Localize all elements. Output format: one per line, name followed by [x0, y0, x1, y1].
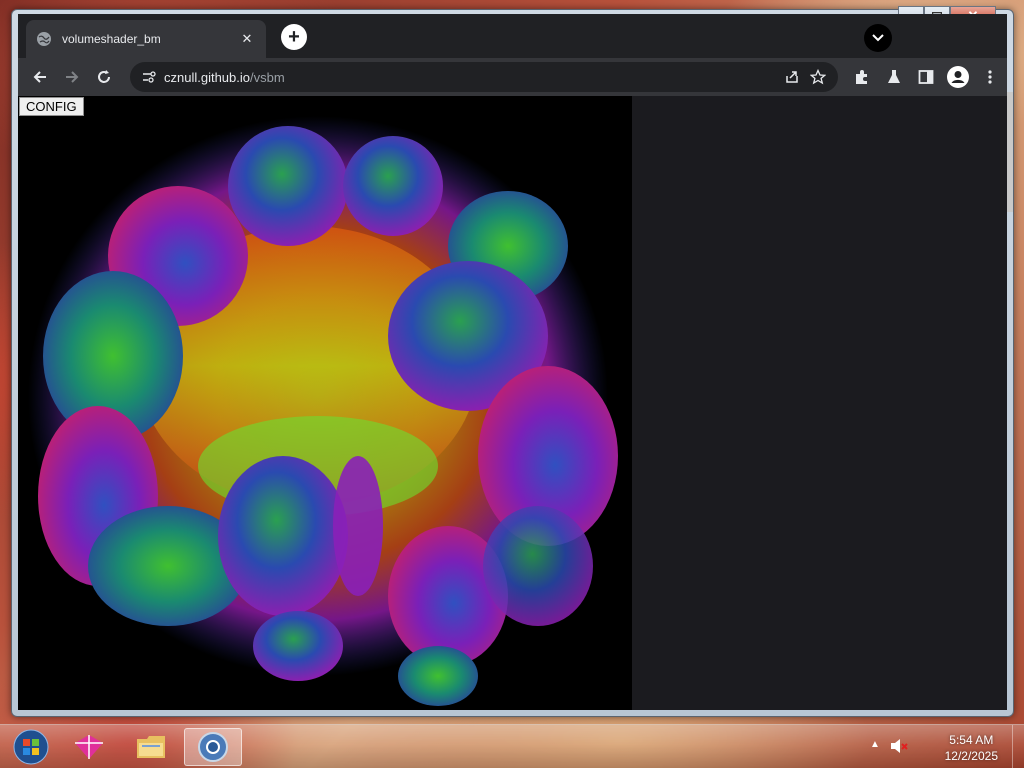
tab-search-button[interactable]	[864, 24, 892, 52]
avatar-icon	[947, 66, 969, 88]
tab-close-icon[interactable]: ✕	[238, 31, 256, 47]
browser-window: ✕ volumeshader_bm ✕ +	[11, 6, 1014, 717]
forward-arrow-icon	[66, 71, 79, 83]
side-panel-icon	[918, 70, 934, 84]
site-info-icon[interactable]	[142, 70, 156, 84]
scrollbar-thumb[interactable]	[1007, 92, 1013, 212]
taskbar: ▲ 5:54 AM 12/2/2025	[0, 724, 1024, 768]
chevron-down-icon	[872, 34, 884, 42]
fractal-render	[28, 116, 618, 706]
taskbar-app-pink[interactable]	[60, 728, 118, 766]
browser-app-icon	[198, 732, 228, 762]
forward-button[interactable]	[60, 65, 84, 89]
globe-icon	[36, 31, 52, 47]
show-desktop-button[interactable]	[1012, 725, 1024, 768]
kebab-menu-icon	[988, 70, 992, 84]
clock-date: 12/2/2025	[944, 749, 998, 763]
share-icon[interactable]	[784, 69, 800, 85]
folder-icon	[137, 736, 165, 758]
extensions-button[interactable]	[850, 65, 874, 89]
reload-button[interactable]	[92, 65, 116, 89]
labs-button[interactable]	[882, 65, 906, 89]
new-tab-button[interactable]: +	[281, 24, 307, 50]
render-canvas[interactable]: CONFIG	[18, 96, 632, 710]
volume-muted-icon[interactable]	[890, 738, 908, 759]
back-button[interactable]	[28, 65, 52, 89]
side-panel-button[interactable]	[914, 65, 938, 89]
tab-title: volumeshader_bm	[62, 32, 161, 46]
bookmark-star-icon[interactable]	[810, 69, 826, 85]
tab-strip: volumeshader_bm ✕ +	[18, 14, 1007, 58]
profile-button[interactable]	[946, 65, 970, 89]
tab-volumeshader[interactable]: volumeshader_bm ✕	[26, 20, 266, 58]
clock-time: 5:54 AM	[949, 733, 994, 747]
clock[interactable]: 5:54 AM 12/2/2025	[945, 732, 998, 764]
address-bar[interactable]: cznull.github.io /vsbm	[130, 62, 838, 92]
show-hidden-icons[interactable]: ▲	[870, 739, 880, 750]
puzzle-icon	[856, 70, 867, 84]
flask-icon	[888, 70, 900, 83]
browser-frame: volumeshader_bm ✕ + cznull.github.io /vs…	[18, 14, 1007, 710]
reload-icon	[98, 70, 110, 83]
start-button[interactable]	[2, 728, 60, 766]
browser-toolbar: cznull.github.io /vsbm	[18, 58, 1007, 96]
page-viewport: CONFIG	[18, 96, 1007, 710]
url-host: cznull.github.io	[164, 69, 250, 85]
url-path: /vsbm	[250, 69, 285, 85]
taskbar-browser[interactable]	[184, 728, 242, 766]
back-arrow-icon	[33, 71, 46, 83]
config-button[interactable]: CONFIG	[19, 97, 84, 116]
app-logo-icon	[75, 735, 103, 759]
taskbar-file-explorer[interactable]	[122, 728, 180, 766]
menu-button[interactable]	[978, 65, 1002, 89]
windows-orb-icon	[13, 729, 49, 765]
